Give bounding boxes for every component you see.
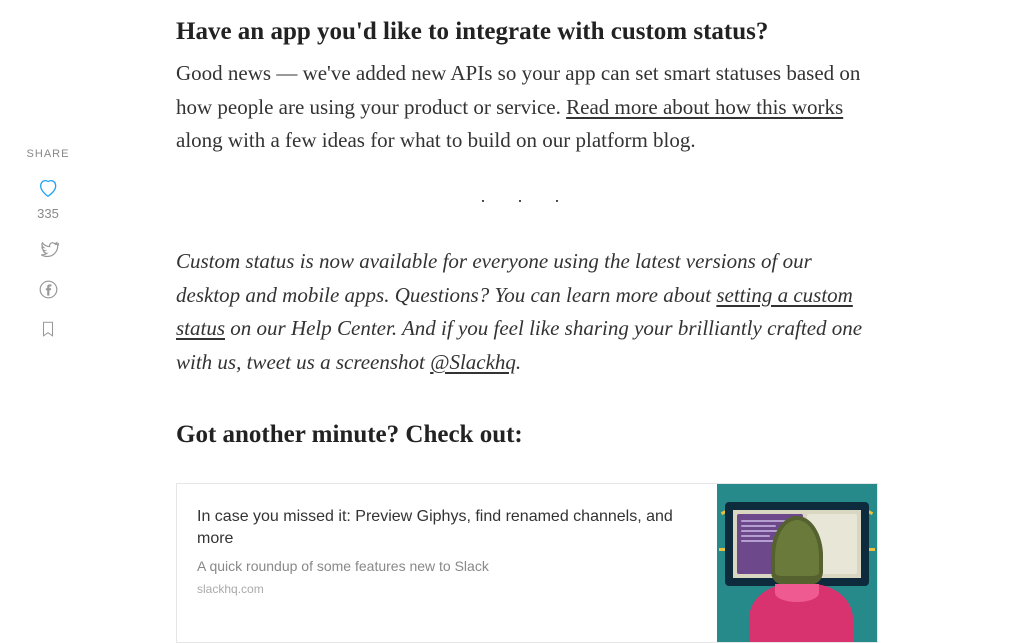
heart-icon[interactable] <box>36 176 60 200</box>
text-span: . <box>516 350 521 374</box>
facebook-icon[interactable] <box>36 277 60 301</box>
paragraph: Good news — we've added new APIs so your… <box>176 57 878 158</box>
article-body: Have an app you'd like to integrate with… <box>176 16 878 643</box>
card-title: In case you missed it: Preview Giphys, f… <box>197 506 697 551</box>
share-label: SHARE <box>27 148 70 160</box>
like-control: 335 <box>36 176 60 221</box>
twitter-icon[interactable] <box>36 237 60 261</box>
related-card[interactable]: In case you missed it: Preview Giphys, f… <box>176 483 878 643</box>
section-heading: Have an app you'd like to integrate with… <box>176 16 878 47</box>
paragraph-italic: Custom status is now available for every… <box>176 245 878 379</box>
card-thumbnail <box>717 484 877 642</box>
bookmark-icon[interactable] <box>36 317 60 341</box>
card-text: In case you missed it: Preview Giphys, f… <box>177 484 717 642</box>
text-span: along with a few ideas for what to build… <box>176 128 696 152</box>
section-divider-dots: . . . <box>176 186 878 207</box>
section-heading: Got another minute? Check out: <box>176 419 878 450</box>
share-rail: SHARE 335 <box>28 148 68 341</box>
card-subtitle: A quick roundup of some features new to … <box>197 558 697 574</box>
read-more-link[interactable]: Read more about how this works <box>566 95 843 119</box>
heart-count: 335 <box>37 206 59 221</box>
card-domain: slackhq.com <box>197 582 697 596</box>
slackhq-link[interactable]: @Slackhq <box>430 350 516 374</box>
